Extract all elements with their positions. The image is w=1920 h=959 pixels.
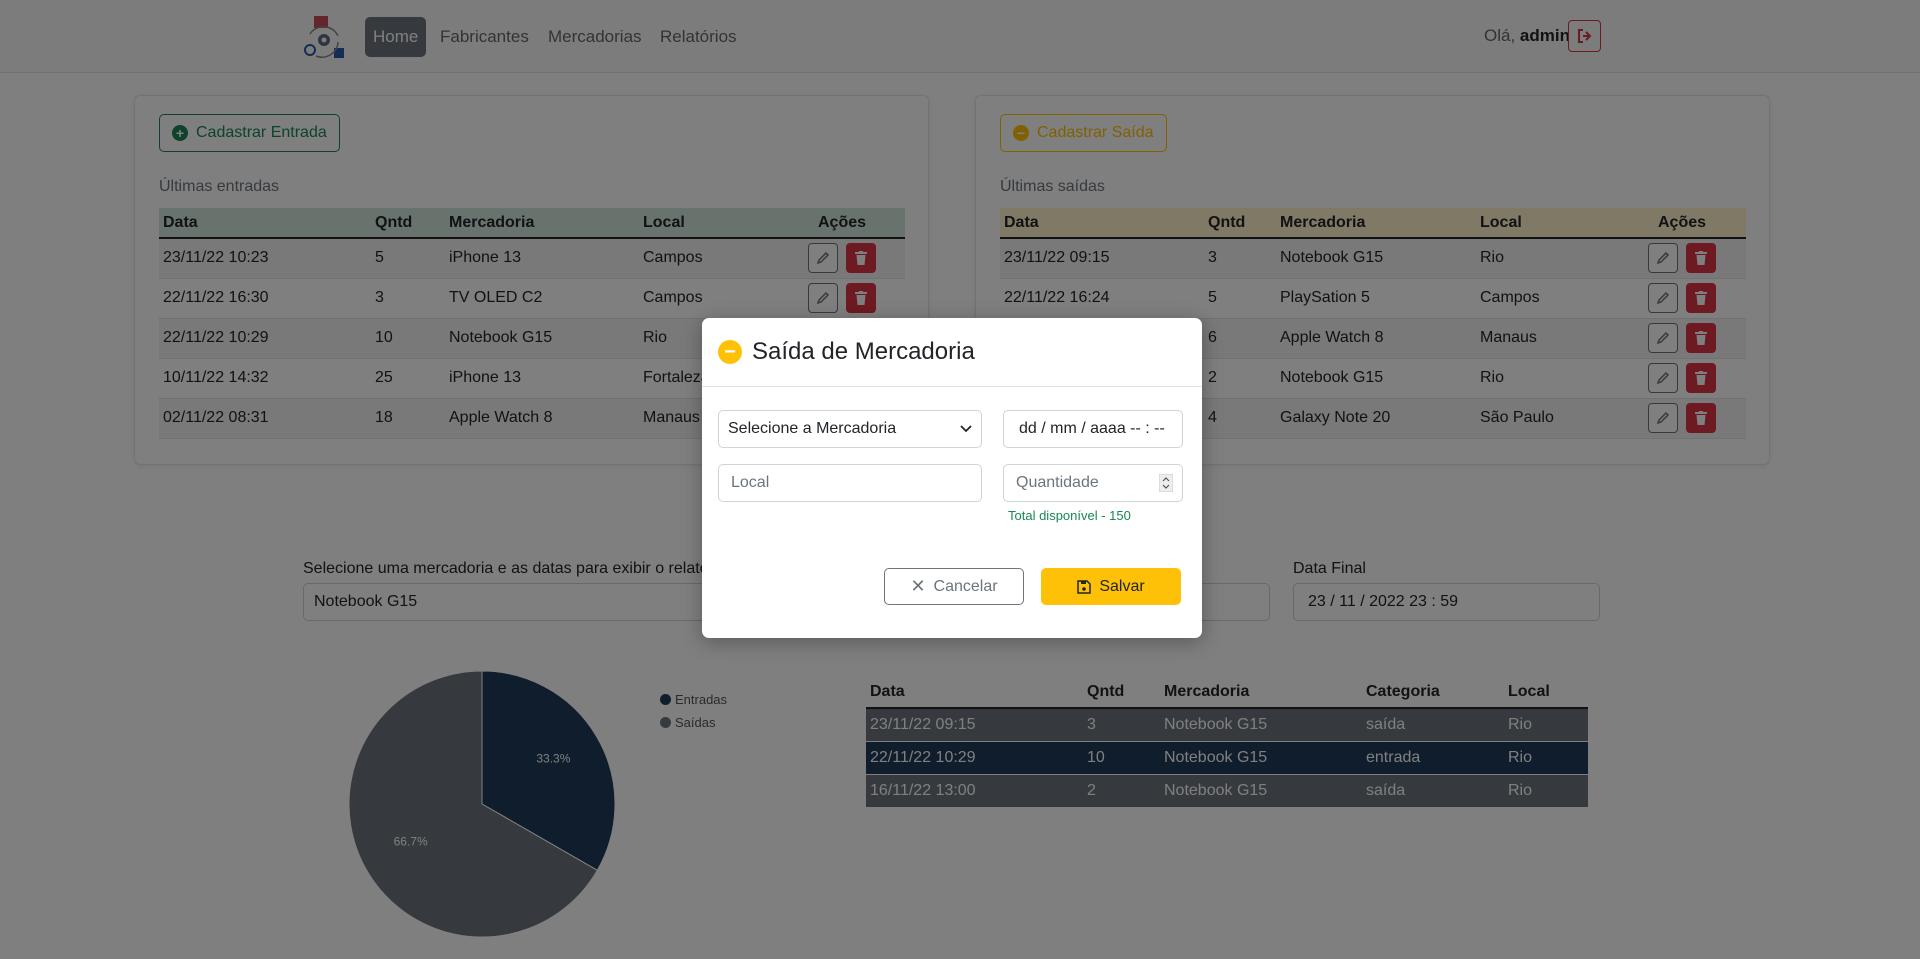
local-placeholder: Local [731, 474, 770, 491]
modal-title: Saída de Mercadoria [752, 338, 975, 365]
close-icon: ✕ [910, 576, 926, 596]
available-total: Total disponível - 150 [1008, 508, 1131, 523]
datetime-placeholder: dd / mm / aaaa -- : -- [1019, 420, 1165, 437]
quantity-placeholder: Quantidade [1016, 474, 1099, 491]
quantity-input[interactable]: Quantidade [1003, 464, 1183, 502]
cancel-button[interactable]: ✕ Cancelar [884, 568, 1024, 605]
local-input[interactable]: Local [718, 464, 982, 502]
merchandise-select[interactable]: Selecione a Mercadoria [718, 410, 982, 448]
save-label: Salvar [1099, 577, 1145, 595]
chevron-down-icon [960, 425, 972, 433]
exit-modal: − Saída de Mercadoria Selecione a Mercad… [702, 318, 1202, 638]
datetime-input[interactable]: dd / mm / aaaa -- : -- [1003, 410, 1183, 448]
save-button[interactable]: Salvar [1041, 568, 1181, 605]
modal-header: − Saída de Mercadoria [702, 318, 1202, 387]
spinner-icon[interactable] [1159, 474, 1173, 492]
save-icon [1077, 579, 1092, 594]
minus-circle-icon: − [718, 340, 742, 364]
merchandise-select-value: Selecione a Mercadoria [728, 420, 897, 437]
cancel-label: Cancelar [933, 577, 998, 595]
